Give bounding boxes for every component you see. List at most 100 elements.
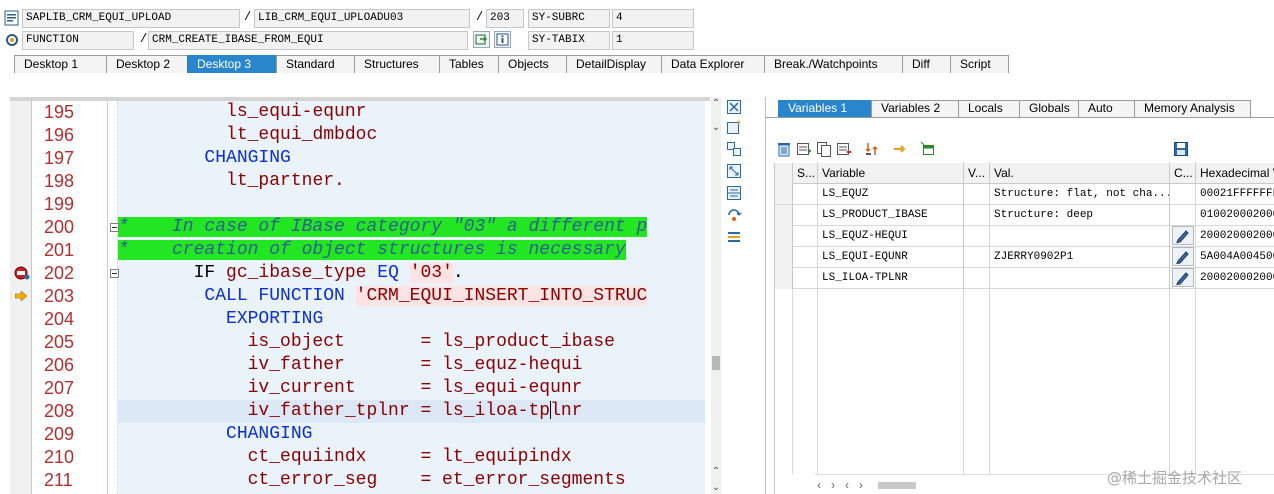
code-line[interactable]: lt_equi_dmbdoc bbox=[118, 124, 705, 147]
new-window-icon[interactable] bbox=[726, 119, 742, 135]
copy-row-icon[interactable] bbox=[816, 141, 832, 157]
source-code-editor[interactable]: ls_equi-equnr lt_equi_dmbdoc CHANGING lt… bbox=[10, 97, 721, 494]
variables-grid[interactable]: S... Variable V... Val. C... Hexadecimal… bbox=[774, 163, 1274, 494]
change-value-button[interactable] bbox=[1172, 226, 1194, 245]
tab-desktop-1[interactable]: Desktop 1 bbox=[14, 55, 107, 73]
tab-data-explorer[interactable]: Data Explorer bbox=[661, 55, 765, 73]
table-row[interactable]: LS_PRODUCT_IBASE Structure: deep 0100200… bbox=[775, 205, 1274, 226]
line-number-field[interactable]: 203 bbox=[486, 9, 524, 28]
scrollbar-thumb[interactable] bbox=[878, 482, 916, 489]
tab-globals[interactable]: Globals bbox=[1019, 100, 1079, 117]
fold-toggle-icon[interactable] bbox=[110, 269, 119, 278]
variable-value[interactable] bbox=[990, 268, 1170, 289]
scrollbar-thumb[interactable] bbox=[712, 356, 720, 370]
change-value-button[interactable] bbox=[1172, 268, 1194, 287]
swap-windows-icon[interactable] bbox=[726, 141, 742, 157]
code-line[interactable]: EXPORTING bbox=[118, 308, 705, 331]
tab-tables[interactable]: Tables bbox=[439, 55, 499, 73]
code-line[interactable]: CHANGING bbox=[118, 147, 705, 170]
code-line[interactable]: iv_current = ls_equi-equnr bbox=[118, 377, 705, 400]
column-header-variable[interactable]: Variable bbox=[818, 163, 964, 184]
code-line[interactable]: * creation of object structures is neces… bbox=[118, 239, 705, 262]
scroll-down-icon[interactable]: ⌄ bbox=[711, 123, 721, 133]
tab-auto[interactable]: Auto bbox=[1078, 100, 1135, 117]
refresh-icon[interactable] bbox=[726, 207, 742, 223]
tab-variables-2[interactable]: Variables 2 bbox=[871, 100, 959, 117]
transfer-icon[interactable] bbox=[892, 141, 908, 157]
split-view-icon[interactable] bbox=[726, 185, 742, 201]
code-line[interactable]: CALL FUNCTION 'CRM_EQUI_INSERT_INTO_STRU… bbox=[118, 285, 705, 308]
variable-value[interactable] bbox=[990, 226, 1170, 247]
variable-value[interactable]: Structure: deep bbox=[990, 205, 1170, 226]
variable-value[interactable]: Structure: flat, not cha... bbox=[990, 184, 1170, 205]
tab-variables-1[interactable]: Variables 1 bbox=[778, 100, 872, 117]
row-selector[interactable] bbox=[775, 226, 793, 247]
table-row[interactable]: LS_ILOA-TPLNR 200020002000 bbox=[775, 268, 1274, 289]
info-button[interactable] bbox=[494, 31, 511, 48]
tab-objects[interactable]: Objects bbox=[498, 55, 567, 73]
row-selector[interactable] bbox=[775, 247, 793, 268]
column-header-c[interactable]: C... bbox=[1170, 163, 1196, 184]
tab-detaildisplay[interactable]: DetailDisplay bbox=[566, 55, 662, 73]
variable-name[interactable]: LS_EQUZ-HEQUI bbox=[818, 226, 964, 247]
delete-icon[interactable] bbox=[776, 141, 792, 157]
maximize-icon[interactable] bbox=[726, 163, 742, 179]
code-line[interactable]: is_object = ls_product_ibase bbox=[118, 331, 705, 354]
fold-toggle-icon[interactable] bbox=[110, 223, 119, 232]
column-header-v[interactable]: V... bbox=[964, 163, 990, 184]
column-header-val[interactable]: Val. bbox=[990, 163, 1170, 184]
row-selector[interactable] bbox=[775, 205, 793, 226]
tab-desktop-3[interactable]: Desktop 3 bbox=[187, 55, 277, 73]
change-value-button[interactable] bbox=[1172, 247, 1194, 266]
scroll-right-icon[interactable]: › bbox=[859, 478, 863, 492]
tab-structures[interactable]: Structures bbox=[354, 55, 440, 73]
code-area[interactable]: ls_equi-equnr lt_equi_dmbdoc CHANGING lt… bbox=[118, 101, 705, 494]
tab-desktop-2[interactable]: Desktop 2 bbox=[106, 55, 188, 73]
include-name-field[interactable]: LIB_CRM_EQUI_UPLOADU03 bbox=[254, 9, 470, 28]
variable-value[interactable]: ZJERRY0902P1 bbox=[990, 247, 1170, 268]
code-line[interactable]: lt_partner. bbox=[118, 170, 705, 193]
table-row[interactable]: LS_EQUZ-HEQUI 200020002000 bbox=[775, 226, 1274, 247]
code-line[interactable]: iv_father_tplnr = ls_iloa-tplnr bbox=[118, 400, 705, 423]
table-row[interactable]: LS_EQUZ Structure: flat, not cha... 0002… bbox=[775, 184, 1274, 205]
layout-icon[interactable] bbox=[920, 141, 936, 157]
tab-script[interactable]: Script bbox=[950, 55, 1009, 73]
code-line[interactable] bbox=[118, 193, 705, 216]
scroll-right-icon[interactable]: › bbox=[831, 478, 835, 492]
table-row[interactable]: LS_EQUI-EQUNR ZJERRY0902P1 5A004A004500 bbox=[775, 247, 1274, 268]
sort-icon[interactable] bbox=[864, 141, 880, 157]
scroll-up-icon[interactable]: ⌃ bbox=[711, 467, 721, 477]
save-icon[interactable] bbox=[1173, 141, 1189, 157]
tab-diff[interactable]: Diff bbox=[902, 55, 951, 73]
event-name-field[interactable]: CRM_CREATE_IBASE_FROM_EQUI bbox=[148, 31, 468, 50]
code-line[interactable]: * In case of IBase category "03" a diffe… bbox=[118, 216, 705, 239]
code-line[interactable]: ct_error_seg = et_error_segments bbox=[118, 469, 705, 492]
code-line[interactable]: ct_equiindx = lt_equipindx bbox=[118, 446, 705, 469]
tab-locals[interactable]: Locals bbox=[958, 100, 1020, 117]
code-line[interactable]: IF gc_ibase_type EQ '03'. bbox=[118, 262, 705, 285]
editor-vertical-scrollbar[interactable]: ⌃ ⌄ ⌃ ⌄ bbox=[711, 97, 721, 494]
code-line[interactable]: CHANGING bbox=[118, 423, 705, 446]
variable-name[interactable]: LS_PRODUCT_IBASE bbox=[818, 205, 964, 226]
code-line[interactable]: iv_father = ls_equz-hequi bbox=[118, 354, 705, 377]
scroll-up-icon[interactable]: ⌃ bbox=[711, 99, 721, 109]
navigate-button[interactable] bbox=[473, 31, 490, 48]
row-selector[interactable] bbox=[775, 184, 793, 205]
variable-name[interactable]: LS_ILOA-TPLNR bbox=[818, 268, 964, 289]
insert-row-icon[interactable] bbox=[796, 141, 812, 157]
code-line[interactable]: ls_equi-equnr bbox=[118, 101, 705, 124]
settings-icon[interactable] bbox=[726, 229, 742, 245]
tab-standard[interactable]: Standard bbox=[276, 55, 355, 73]
tab-break-watchpoints[interactable]: Break./Watchpoints bbox=[764, 55, 903, 73]
column-header-hex[interactable]: Hexadecimal V bbox=[1196, 163, 1274, 184]
scroll-down-icon[interactable]: ⌄ bbox=[711, 483, 721, 493]
scroll-left-icon[interactable]: ‹ bbox=[845, 478, 849, 492]
variable-name[interactable]: LS_EQUZ bbox=[818, 184, 964, 205]
tab-memory-analysis[interactable]: Memory Analysis bbox=[1134, 100, 1251, 117]
variable-name[interactable]: LS_EQUI-EQUNR bbox=[818, 247, 964, 268]
scroll-left-icon[interactable]: ‹ bbox=[817, 478, 821, 492]
close-window-icon[interactable] bbox=[726, 99, 742, 115]
column-header-s[interactable]: S... bbox=[793, 163, 818, 184]
row-selector[interactable] bbox=[775, 268, 793, 289]
program-name-field[interactable]: SAPLIB_CRM_EQUI_UPLOAD bbox=[22, 9, 240, 28]
